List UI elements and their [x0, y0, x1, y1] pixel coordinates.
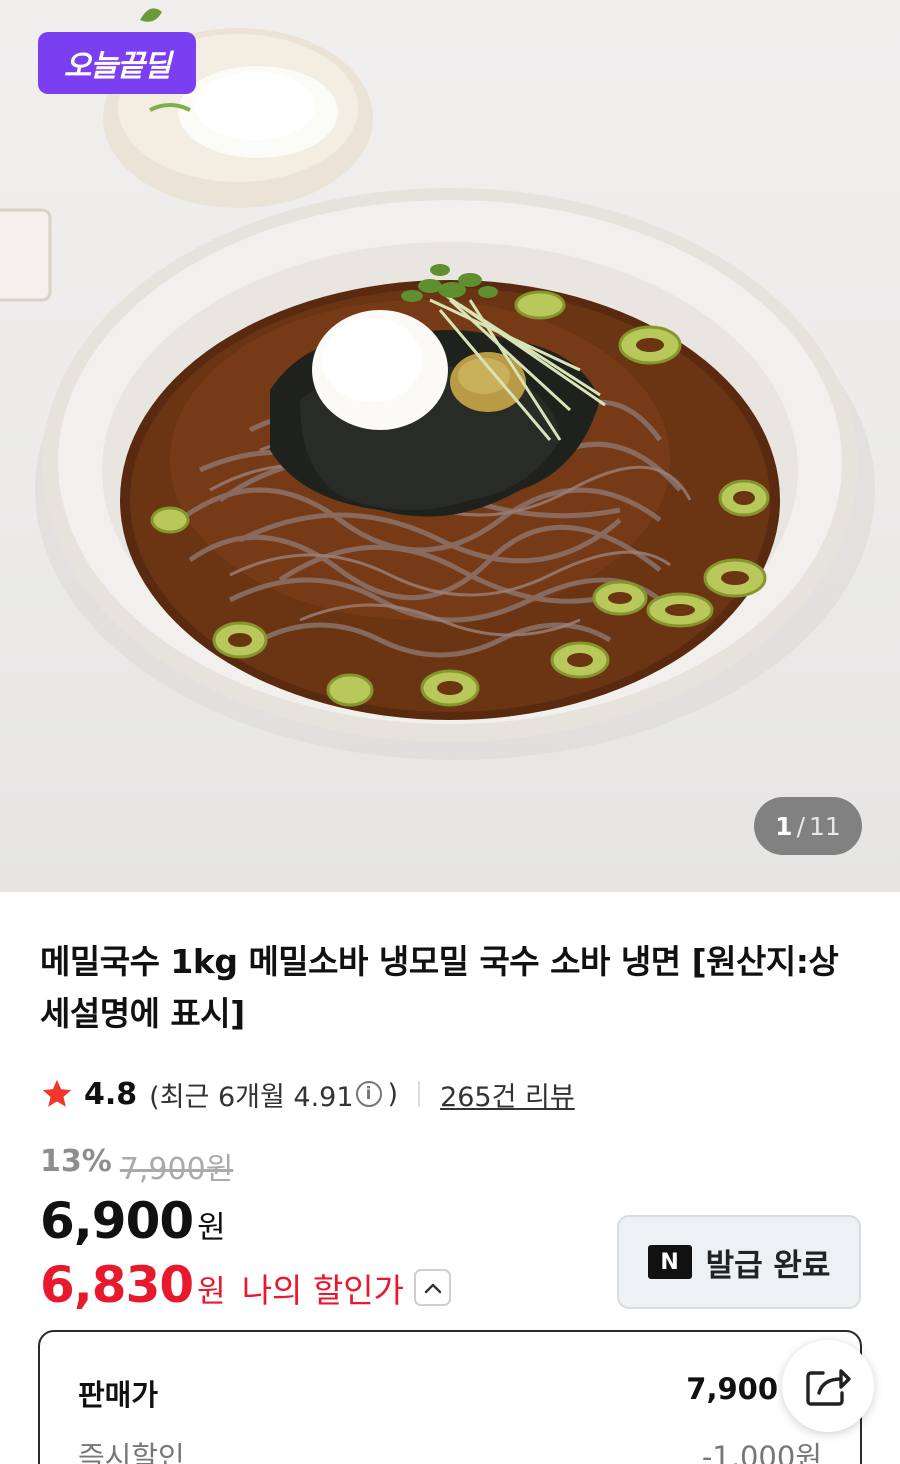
my-discount-label: 나의 할인가 [241, 1271, 404, 1310]
rating-divider [418, 1081, 421, 1107]
share-icon [806, 1369, 851, 1406]
breakdown-label: 즉시할인 [78, 1440, 185, 1464]
my-discount-price-row: 6,830 원 나의 할인가 [40, 1256, 404, 1314]
image-counter-separator: / [796, 811, 806, 841]
my-discount-price: 6,830 [40, 1256, 194, 1314]
breakdown-value: -1,000원 [701, 1440, 822, 1464]
product-image[interactable]: 오늘끝딜 1 / 11 [0, 0, 900, 892]
review-count-link[interactable]: 265건 리뷰 [440, 1075, 575, 1114]
info-icon[interactable]: i [355, 1081, 382, 1107]
breakdown-label: 판매가 [78, 1378, 159, 1412]
recent-rating-close: ) [387, 1078, 399, 1110]
rating-value: 4.8 [84, 1076, 138, 1112]
image-counter-total: 11 [809, 811, 841, 841]
naver-n-icon: N [647, 1245, 692, 1279]
soba-photo [0, 8, 875, 760]
coupon-issued-button[interactable]: N 발급 완료 [617, 1215, 861, 1309]
rating-row: 4.8 (최근 6개월 4.91 i ) 265건 리뷰 [40, 1072, 575, 1116]
breakdown-value: 7,900 [686, 1372, 778, 1406]
star-icon [42, 1079, 72, 1107]
sale-price: 6,900 [40, 1192, 194, 1250]
product-title: 메밀국수 1kg 메밀소바 냉모밀 국수 소바 냉면 [원산지:상세설명에 표시… [40, 942, 839, 1033]
original-price-row: 13% 7,900원 [40, 1144, 233, 1188]
breakdown-row: 판매가 7,900 [78, 1372, 822, 1414]
share-button[interactable] [782, 1340, 874, 1432]
my-discount-price-unit: 원 [197, 1274, 226, 1310]
price-breakdown-panel: 판매가 7,900 즉시할인 -1,000원 [38, 1330, 862, 1464]
recent-rating: (최근 6개월 4.91 [149, 1081, 354, 1113]
coupon-issued-label: 발급 완료 [705, 1247, 831, 1284]
sale-price-row: 6,900 원 [40, 1192, 226, 1250]
chevron-up-icon [424, 1283, 441, 1293]
sale-price-unit: 원 [197, 1210, 226, 1246]
image-counter: 1 / 11 [754, 797, 862, 855]
breakdown-row: 즉시할인 -1,000원 [78, 1434, 822, 1464]
discount-percent: 13% [40, 1144, 112, 1179]
original-price: 7,900원 [119, 1152, 234, 1187]
price-details-toggle[interactable] [414, 1269, 451, 1306]
today-deal-badge: 오늘끝딜 [38, 32, 196, 94]
image-counter-current: 1 [775, 811, 793, 841]
